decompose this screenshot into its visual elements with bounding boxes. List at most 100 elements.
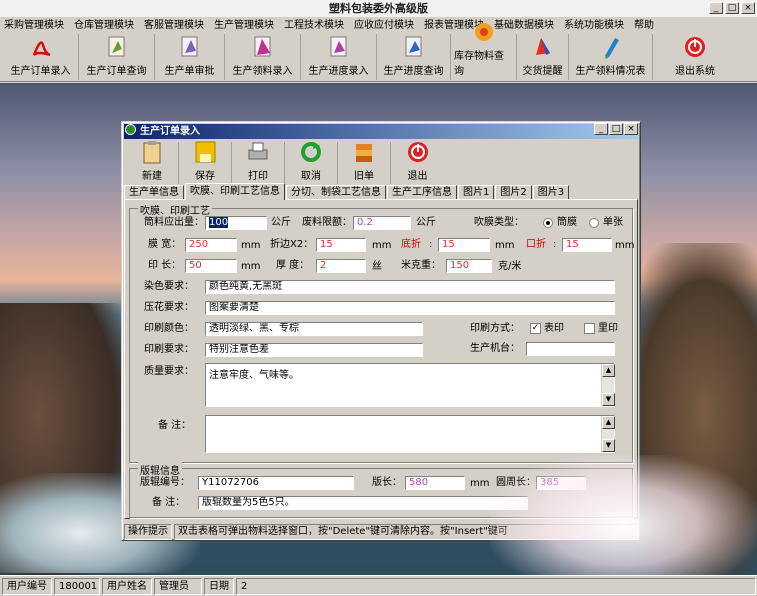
user-name-value: 管理员 bbox=[154, 577, 202, 595]
maximize-icon[interactable]: □ bbox=[725, 2, 739, 14]
dialog-controls: _ □ × bbox=[594, 123, 638, 135]
bottom-input[interactable]: 15 bbox=[438, 238, 490, 252]
toolbar-approve-button[interactable]: 生产单审批 bbox=[155, 34, 225, 80]
power-icon bbox=[406, 140, 430, 164]
machine-input[interactable] bbox=[526, 342, 615, 356]
remark-scrollbar[interactable]: ▲ ▼ bbox=[601, 416, 615, 452]
menu-warehouse[interactable]: 仓库管理模块 bbox=[74, 17, 134, 34]
dialog-close-icon[interactable]: × bbox=[624, 123, 638, 135]
tab-order-info[interactable]: 生产单信息 bbox=[124, 185, 184, 200]
dialog-maximize-icon[interactable]: □ bbox=[609, 123, 623, 135]
thickness-unit: 丝 bbox=[372, 261, 382, 272]
tab-image3[interactable]: 图片3 bbox=[532, 185, 570, 200]
remark-memo[interactable]: ▲ ▼ bbox=[205, 415, 615, 453]
plate-length-label: 版长： bbox=[372, 477, 402, 488]
new-button[interactable]: 新建 bbox=[126, 141, 179, 184]
hint-bar: 操作提示 双击表格可弹出物料选择窗口，按"Delete"键可清除内容。按"Ins… bbox=[124, 524, 638, 540]
cancel-button[interactable]: 取消 bbox=[285, 142, 338, 184]
toolbar-order-query-button[interactable]: 生产订单查询 bbox=[79, 34, 155, 80]
mouth-label: 口折 bbox=[526, 239, 546, 250]
film-type-tube-radio[interactable] bbox=[543, 218, 553, 228]
gross-input[interactable]: 100 bbox=[205, 216, 267, 230]
menu-bar: 采购管理模块 仓库管理模块 客服管理模块 生产管理模块 工程技术模块 应收应付模… bbox=[0, 17, 757, 34]
menu-system[interactable]: 系统功能模块 bbox=[564, 17, 624, 34]
dialog-app-icon bbox=[125, 124, 136, 135]
print-length-label: 印 长： bbox=[148, 260, 182, 271]
toolbar-material-report-button[interactable]: 生产领料情况表 bbox=[569, 34, 653, 80]
dye-input[interactable]: 颜色纯黄,无黑斑 bbox=[205, 280, 615, 294]
old-order-button[interactable]: 旧单 bbox=[338, 142, 391, 184]
toolbar-progress-query-button[interactable]: 生产进度查询 bbox=[377, 34, 451, 80]
print-button[interactable]: 打印 bbox=[232, 142, 285, 184]
tab-process[interactable]: 生产工序信息 bbox=[387, 185, 457, 200]
menu-engineering[interactable]: 工程技术模块 bbox=[284, 17, 344, 34]
plate-remark-input[interactable]: 版辊数量为5色5只。 bbox=[198, 496, 528, 510]
dialog-toolbar: 新建 保存 打印 取消 旧单 退出 bbox=[126, 141, 636, 184]
exit-button[interactable]: 退出 bbox=[391, 142, 444, 184]
toolbar-label: 生产订单查询 bbox=[86, 66, 147, 77]
circumference-input[interactable]: 385 bbox=[536, 476, 586, 490]
quality-text: 注意牢度、气味等。 bbox=[209, 370, 299, 381]
dialog-title: 生产订单录入 bbox=[140, 126, 200, 137]
waste-input[interactable]: 0.2 bbox=[353, 216, 411, 230]
exit-label: 退出 bbox=[407, 171, 428, 182]
minimize-icon[interactable]: _ bbox=[709, 2, 723, 14]
toolbar-label: 生产单审批 bbox=[164, 66, 215, 77]
toolbar-order-entry-button[interactable]: 生产订单录入 bbox=[3, 34, 79, 80]
menu-help[interactable]: 帮助 bbox=[634, 17, 654, 34]
hint-text: 双击表格可弹出物料选择窗口，按"Delete"键可清除内容。按"Insert"键… bbox=[174, 524, 638, 540]
printer-icon bbox=[246, 140, 270, 164]
toolbar-progress-entry-button[interactable]: 生产进度录入 bbox=[301, 34, 377, 80]
surface-print-checkbox[interactable]: ✓ bbox=[530, 323, 541, 334]
print-req-input[interactable]: 特别注意色差 bbox=[205, 343, 423, 357]
status-bar: 用户编号 180001 用户姓名 管理员 日期 2 bbox=[0, 575, 757, 596]
menu-purchase[interactable]: 采购管理模块 bbox=[4, 17, 64, 34]
scroll-down-icon[interactable]: ▼ bbox=[602, 439, 615, 452]
print-length-input[interactable]: 50 bbox=[185, 259, 237, 273]
tab-image1[interactable]: 图片1 bbox=[458, 185, 495, 200]
plate-no-input[interactable]: Y11072706 bbox=[198, 476, 354, 490]
toolbar-material-button[interactable]: 生产领料录入 bbox=[225, 34, 301, 80]
mouth-input[interactable]: 15 bbox=[562, 238, 612, 252]
quality-scrollbar[interactable]: ▲ ▼ bbox=[601, 364, 615, 406]
fold-label: 折边X2： bbox=[270, 239, 314, 250]
film-type-single-radio[interactable] bbox=[589, 218, 599, 228]
emboss-input[interactable]: 图案要清楚 bbox=[205, 301, 615, 315]
menu-basedata[interactable]: 基础数据模块 bbox=[494, 17, 554, 34]
alert-icon bbox=[531, 34, 555, 59]
approve-icon bbox=[178, 34, 202, 59]
scroll-up-icon[interactable]: ▲ bbox=[602, 364, 615, 377]
toolbar-label: 退出系统 bbox=[675, 66, 715, 77]
toolbar-delivery-button[interactable]: 交货提醒 bbox=[517, 34, 569, 80]
scroll-up-icon[interactable]: ▲ bbox=[602, 416, 615, 429]
save-label: 保存 bbox=[195, 171, 215, 182]
fold-input[interactable]: 15 bbox=[316, 238, 366, 252]
bottom-label: 底折 bbox=[401, 239, 421, 250]
toolbar-stock-button[interactable]: 库存物料查询 bbox=[451, 23, 517, 80]
quality-label: 质量要求： bbox=[144, 366, 194, 377]
dialog-minimize-icon[interactable]: _ bbox=[594, 123, 608, 135]
inner-print-checkbox[interactable] bbox=[584, 323, 595, 334]
quality-memo[interactable]: 注意牢度、气味等。 ▲ ▼ bbox=[205, 363, 615, 407]
menu-receivable[interactable]: 应收应付模块 bbox=[354, 17, 414, 34]
toolbar-exit-button[interactable]: 退出系统 bbox=[653, 34, 737, 80]
scroll-down-icon[interactable]: ▼ bbox=[602, 393, 615, 406]
menu-production[interactable]: 生产管理模块 bbox=[214, 17, 274, 34]
tab-slit-bag[interactable]: 分切、制袋工艺信息 bbox=[286, 185, 386, 200]
width-input[interactable]: 250 bbox=[185, 238, 237, 252]
gross-label: 筒料应出量： bbox=[144, 217, 204, 228]
plate-length-input[interactable]: 580 bbox=[405, 476, 465, 490]
menu-customer[interactable]: 客服管理模块 bbox=[144, 17, 204, 34]
gram-input[interactable]: 150 bbox=[446, 259, 492, 273]
tab-image2[interactable]: 图片2 bbox=[495, 185, 532, 200]
print-color-input[interactable]: 透明淡绿、黑、专棕 bbox=[205, 322, 423, 336]
tab-blow-print[interactable]: 吹膜、印刷工艺信息 bbox=[185, 183, 285, 200]
remark-label: 备 注： bbox=[158, 420, 192, 431]
film-opt2-label: 单张 bbox=[603, 217, 623, 228]
toolbar-label: 生产进度录入 bbox=[308, 66, 369, 77]
thickness-input[interactable]: 2 bbox=[316, 259, 366, 273]
new-label: 新建 bbox=[142, 171, 162, 182]
close-icon[interactable]: × bbox=[741, 2, 755, 14]
save-button[interactable]: 保存 bbox=[179, 141, 232, 184]
group-title: 版辊信息 bbox=[138, 462, 182, 477]
